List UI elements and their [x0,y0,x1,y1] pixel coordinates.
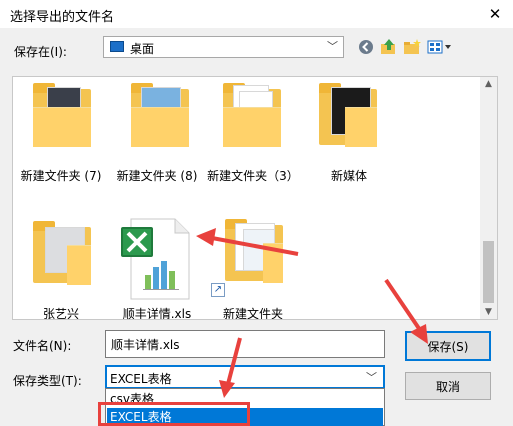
file-name-label: 顺丰详情.xls [122,307,192,320]
folder-icon [319,83,377,147]
annotation-highlight-box [98,402,250,426]
chevron-down-icon: ﹀ [366,371,377,384]
folder-icon [225,219,283,283]
save-location-dropdown[interactable]: 桌面 ﹀ [103,36,344,58]
file-name-label: 新建文件夹 (8) [116,169,198,183]
file-item-new-media[interactable]: 新媒体 [301,77,397,187]
file-item-zhang-yixing[interactable]: 张艺兴 [13,213,109,320]
save-in-label: 保存在(I): [14,45,67,59]
file-list-pane[interactable]: 新建文件夹 (7) 新建文件夹 (8) 新建文件夹（3） 新媒体 张艺兴 顺丰详… [12,76,498,320]
folder-icon [223,83,281,147]
file-name-label: 文件名(N): [13,339,72,353]
excel-file-icon [121,218,190,300]
save-location-value: 桌面 [130,42,155,56]
vertical-scrollbar[interactable]: ▲ ▼ [480,77,497,319]
close-icon[interactable]: ✕ [482,2,508,26]
dialog-title: 选择导出的文件名 [10,10,115,25]
desktop-icon [110,41,124,52]
file-name-label: 新建文件夹 [222,307,283,320]
file-name-label: 新媒体 [330,169,367,183]
file-item-folder-3[interactable]: 新建文件夹（3） [205,77,301,187]
file-item-new-folder-shortcut[interactable]: ↗ 新建文件夹 [205,213,301,320]
folder-icon [33,83,91,147]
title-bar: 选择导出的文件名 ✕ [0,0,513,28]
shortcut-arrow-icon: ↗ [211,283,225,297]
back-icon[interactable] [357,38,375,56]
chevron-down-icon: ﹀ [327,40,338,53]
file-name-label: 新建文件夹 (7) [20,169,102,183]
folder-icon [131,83,189,147]
scrollbar-thumb[interactable] [483,241,494,303]
file-name-input[interactable]: 顺丰详情.xls [105,330,385,358]
file-name-label: 张艺兴 [42,307,79,320]
file-item-folder-8[interactable]: 新建文件夹 (8) [109,77,205,187]
save-button[interactable]: 保存(S) [405,331,491,361]
file-item-shunfeng-xls[interactable]: 顺丰详情.xls [109,213,205,320]
scroll-down-icon[interactable]: ▼ [480,307,497,317]
cancel-button[interactable]: 取消 [405,372,491,400]
file-type-label: 保存类型(T): [13,374,82,388]
file-type-value: EXCEL表格 [110,372,172,386]
up-folder-icon[interactable] [380,38,398,56]
view-menu-icon[interactable] [427,38,453,56]
folder-icon [33,221,91,285]
file-name-label: 新建文件夹（3） [207,169,299,183]
new-folder-icon[interactable] [403,38,421,56]
file-item-folder-7[interactable]: 新建文件夹 (7) [13,77,109,187]
scroll-up-icon[interactable]: ▲ [480,79,497,89]
file-type-select[interactable]: EXCEL表格 ﹀ [105,365,385,389]
